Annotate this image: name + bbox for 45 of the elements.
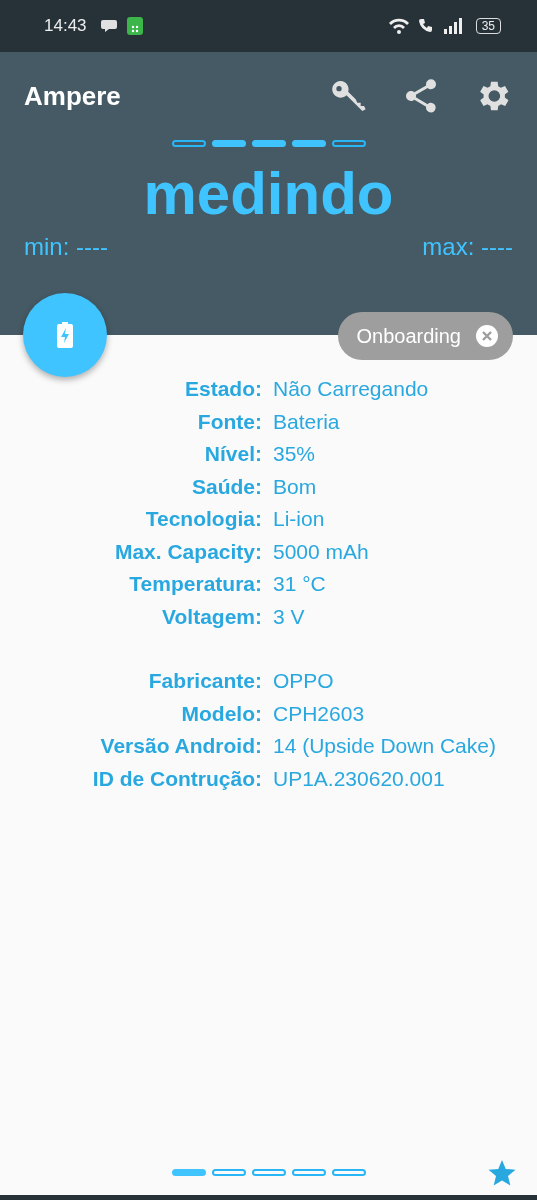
info-label: Saúde: [191, 473, 262, 500]
info-value: 3 V [273, 603, 306, 630]
star-icon[interactable] [487, 1158, 517, 1188]
close-icon[interactable] [475, 324, 499, 348]
info-label: Fabricante: [147, 668, 262, 694]
page-indicator[interactable] [331, 1168, 366, 1176]
info-value: 14 (Upside Down Cake) [273, 733, 497, 759]
info-label: Tecnologia: [144, 506, 262, 532]
info-label: Estado: [184, 376, 262, 402]
info-value: CPH2603 [273, 700, 366, 727]
wifi-icon [387, 18, 410, 34]
info-label: Modelo: [180, 700, 262, 727]
page-indicator[interactable] [291, 1168, 326, 1176]
info-label: Voltagem: [161, 603, 262, 630]
info-value: 35% [273, 441, 317, 467]
page-indicator[interactable] [251, 1168, 286, 1176]
info-value: 5000 mAh [273, 538, 370, 565]
min-reading: min: ---- [24, 233, 108, 261]
clock: 14:43 [44, 16, 87, 36]
signal-icon [443, 18, 464, 34]
battery-button[interactable] [23, 293, 107, 377]
info-value: 31 °C [273, 571, 327, 597]
onboarding-chip[interactable]: Onboarding [338, 312, 513, 360]
info-value: UP1A.230620.001 [273, 765, 446, 792]
info-label: Temperatura: [128, 571, 262, 597]
battery-charging-icon [57, 322, 73, 348]
battery-indicator: 35 [475, 18, 501, 34]
info-value: Não Carregando [273, 376, 430, 402]
chat-icon [100, 18, 119, 34]
page-indicator[interactable] [211, 1168, 246, 1176]
app-title: Ampere [24, 80, 121, 112]
info-label: Fonte: [196, 408, 262, 435]
info-label: Versão Android: [99, 733, 262, 759]
info-label: Nível: [203, 441, 262, 467]
info-label: ID de Contrução: [91, 765, 262, 792]
info-value: Li-ion [273, 506, 326, 532]
info-value: Bom [273, 473, 318, 500]
shopping-bag-icon [126, 17, 143, 35]
info-label: Max. Capacity: [113, 538, 262, 565]
status-reading: medindo [142, 159, 395, 229]
chip-label: Onboarding [356, 324, 461, 348]
info-value: Bateria [273, 408, 341, 435]
max-reading: max: ---- [422, 233, 513, 261]
page-indicator[interactable] [171, 1168, 206, 1176]
info-value: OPPO [273, 668, 335, 694]
